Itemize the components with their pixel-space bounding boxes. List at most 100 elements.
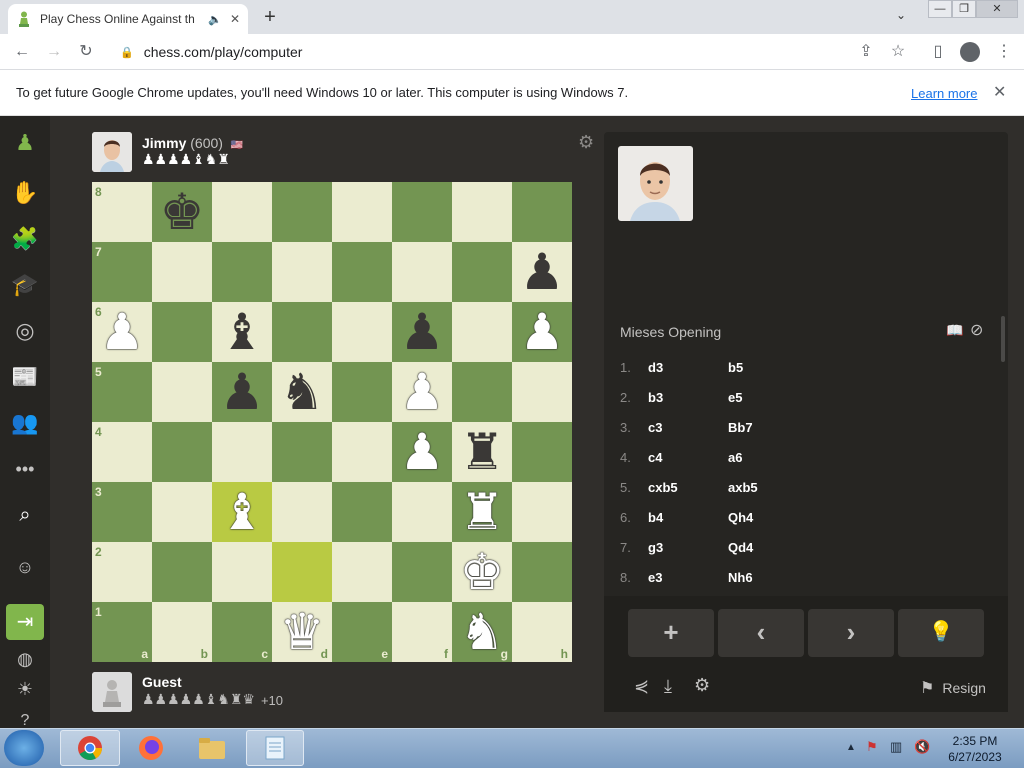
square-h3[interactable] (512, 482, 572, 542)
news-icon[interactable]: 📰 (8, 360, 42, 394)
square-f5[interactable]: ♟ (392, 362, 452, 422)
square-g6[interactable] (452, 302, 512, 362)
white-king-piece[interactable]: ♚ (460, 542, 505, 602)
tab-search-chevron-icon[interactable]: ⌄ (896, 8, 906, 22)
square-f3[interactable] (392, 482, 452, 542)
tray-action-center-icon[interactable]: ⚑ (866, 739, 878, 755)
black-move[interactable]: Qd4 (728, 540, 753, 555)
square-a2[interactable]: 2 (92, 542, 152, 602)
black-move[interactable]: axb5 (728, 480, 758, 495)
square-e2[interactable] (332, 542, 392, 602)
tray-volume-muted-icon[interactable]: 🔇 (914, 739, 930, 755)
white-move[interactable]: cxb5 (648, 480, 678, 495)
tab-close-icon[interactable]: ✕ (230, 12, 240, 26)
black-rook-piece[interactable]: ♜ (460, 422, 505, 482)
square-e1[interactable]: e (332, 602, 392, 662)
square-b2[interactable] (152, 542, 212, 602)
play-icon[interactable]: ✋ (8, 176, 42, 210)
square-d8[interactable] (272, 182, 332, 242)
white-move[interactable]: b3 (648, 390, 663, 405)
square-b8[interactable]: ♚ (152, 182, 212, 242)
share-icon[interactable]: ⇪ (852, 34, 880, 70)
square-a4[interactable]: 4 (92, 422, 152, 482)
white-rook-piece[interactable]: ♜ (460, 482, 505, 542)
social-icon[interactable]: 👥 (8, 406, 42, 440)
square-c5[interactable]: ♟ (212, 362, 272, 422)
square-h8[interactable] (512, 182, 572, 242)
square-e5[interactable] (332, 362, 392, 422)
square-e4[interactable] (332, 422, 392, 482)
side-panel-icon[interactable]: ▯ (924, 34, 952, 70)
reload-icon[interactable]: ↻ (72, 34, 100, 70)
black-pawn-piece[interactable]: ♟ (520, 242, 565, 302)
browser-tab[interactable]: Play Chess Online Against th 🔈 ✕ (8, 4, 248, 34)
start-button[interactable] (4, 730, 44, 766)
white-move[interactable]: b4 (648, 510, 663, 525)
black-pawn-piece[interactable]: ♟ (220, 362, 265, 422)
white-move[interactable]: d3 (648, 360, 663, 375)
square-h1[interactable]: h (512, 602, 572, 662)
black-king-piece[interactable]: ♚ (160, 182, 205, 242)
square-e7[interactable] (332, 242, 392, 302)
speaker-icon[interactable]: 🔈 (208, 13, 222, 26)
square-f6[interactable]: ♟ (392, 302, 452, 362)
black-pawn-piece[interactable]: ♟ (400, 302, 445, 362)
white-move[interactable]: c3 (648, 420, 662, 435)
square-g7[interactable] (452, 242, 512, 302)
black-move[interactable]: Nh6 (728, 570, 753, 585)
square-d2[interactable] (272, 542, 332, 602)
share-icon[interactable]: ⋞ (634, 676, 649, 697)
square-c4[interactable] (212, 422, 272, 482)
hint-lightbulb-button[interactable]: 💡 (898, 609, 984, 657)
chess-logo-pawn-icon[interactable]: ♟ (8, 126, 42, 160)
more-dots-icon[interactable]: ••• (8, 452, 42, 486)
globe-icon[interactable]: ◍ (8, 642, 42, 676)
back-arrow-icon[interactable]: ← (8, 34, 36, 70)
learn-icon[interactable]: 🎓 (8, 268, 42, 302)
black-knight-piece[interactable]: ♞ (280, 362, 325, 422)
window-restore-button[interactable]: ❐ (952, 0, 976, 18)
chess-board[interactable]: 8 ♚ 7 ♟ 6 ♟ ♝ ♟ ♟ 5 ♟ ♞ ♟ 4 ♟ ♜ 3 ♝ ♜ 2 ♚ 1 a b c d ♛ e f g ♞ h (92, 182, 572, 662)
square-g4[interactable]: ♜ (452, 422, 512, 482)
white-pawn-piece[interactable]: ♟ (400, 362, 445, 422)
square-h4[interactable] (512, 422, 572, 482)
square-f2[interactable] (392, 542, 452, 602)
window-minimize-button[interactable]: — (928, 0, 952, 18)
square-d7[interactable] (272, 242, 332, 302)
forward-arrow-icon[interactable]: → (40, 34, 68, 70)
square-h7[interactable]: ♟ (512, 242, 572, 302)
tray-network-icon[interactable]: ▥ (890, 739, 902, 755)
square-d5[interactable]: ♞ (272, 362, 332, 422)
white-pawn-piece[interactable]: ♟ (400, 422, 445, 482)
square-d6[interactable] (272, 302, 332, 362)
black-move[interactable]: Bb7 (728, 420, 753, 435)
white-pawn-piece[interactable]: ♟ (100, 302, 145, 362)
opening-book-icon[interactable]: 📖 (946, 322, 963, 339)
download-icon[interactable]: ⤓ (664, 676, 672, 697)
new-game-plus-button[interactable]: + (628, 609, 714, 657)
black-move[interactable]: Qh4 (728, 510, 753, 525)
bookmark-star-icon[interactable]: ☆ (884, 34, 912, 70)
square-a8[interactable]: 8 (92, 182, 152, 242)
square-c2[interactable] (212, 542, 272, 602)
square-a3[interactable]: 3 (92, 482, 152, 542)
compass-icon[interactable]: ⊘ (970, 320, 983, 340)
square-b7[interactable] (152, 242, 212, 302)
taskbar-explorer-icon[interactable] (184, 730, 240, 766)
tray-show-hidden-icon[interactable]: ▲ (846, 742, 856, 753)
square-c7[interactable] (212, 242, 272, 302)
settings-gear-icon[interactable]: ⚙ (694, 675, 710, 696)
square-g1[interactable]: g ♞ (452, 602, 512, 662)
square-f4[interactable]: ♟ (392, 422, 452, 482)
square-a6[interactable]: 6 ♟ (92, 302, 152, 362)
square-e8[interactable] (332, 182, 392, 242)
square-h2[interactable] (512, 542, 572, 602)
square-b3[interactable] (152, 482, 212, 542)
square-f7[interactable] (392, 242, 452, 302)
move-list-scrollbar[interactable] (1001, 316, 1005, 362)
white-pawn-piece[interactable]: ♟ (520, 302, 565, 362)
black-move[interactable]: a6 (728, 450, 742, 465)
square-b4[interactable] (152, 422, 212, 482)
white-bishop-piece[interactable]: ♝ (220, 482, 265, 542)
black-move[interactable]: e5 (728, 390, 742, 405)
